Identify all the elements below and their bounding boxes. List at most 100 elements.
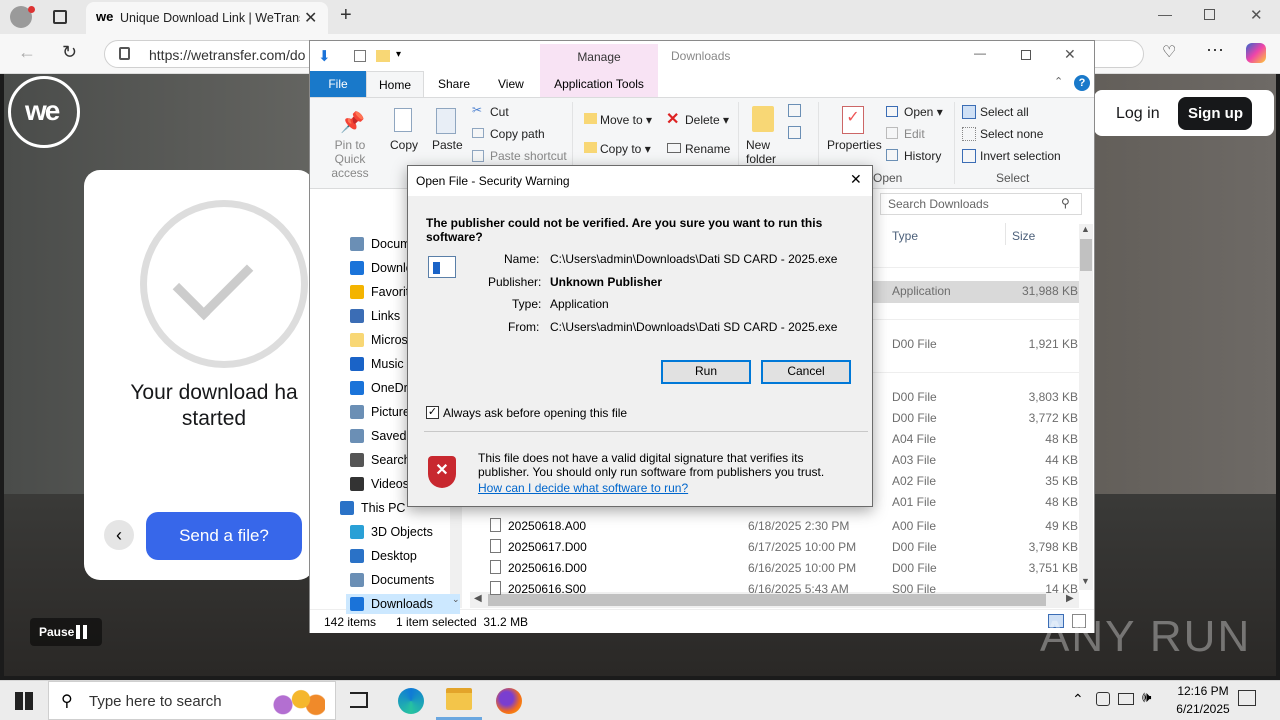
qat-dropdown-icon[interactable]: ▾ [396, 49, 401, 60]
new-folder-button[interactable]: New folder [746, 138, 776, 166]
new-tab-icon[interactable]: + [340, 4, 352, 27]
browser-tab[interactable]: we Unique Download Link | WeTransf ✕ [86, 2, 328, 34]
history-button[interactable]: History [904, 149, 941, 163]
delete-icon: ✕ [666, 111, 680, 128]
edge-taskbar-icon[interactable] [398, 688, 424, 714]
file-scrollbar[interactable]: ▲ ▼ [1079, 224, 1093, 590]
back-icon[interactable]: ← [18, 42, 36, 63]
copy-path-button[interactable]: Copy path [490, 127, 545, 141]
clock-time[interactable]: 12:16 PM [1172, 684, 1234, 698]
file-type-cell: A02 File [892, 474, 937, 488]
explorer-taskbar-icon[interactable] [446, 688, 472, 710]
file-row[interactable]: 20250616.D00 6/16/2025 10:00 PM D00 File 3,… [486, 558, 1079, 578]
invert-selection-button[interactable]: Invert selection [980, 149, 1061, 163]
dialog-titlebar: Open File - Security Warning ✕ [408, 166, 872, 196]
paste-shortcut-button[interactable]: Paste shortcut [490, 149, 567, 163]
tab-view[interactable]: View [498, 77, 524, 91]
run-button[interactable]: Run [661, 360, 751, 384]
cancel-button[interactable]: Cancel [761, 360, 851, 384]
open-button[interactable]: Open ▾ [904, 105, 943, 119]
signup-button[interactable]: Sign up [1178, 97, 1252, 130]
delete-button[interactable]: Delete ▾ [685, 113, 729, 127]
always-ask-checkbox[interactable]: ✓ [426, 406, 439, 419]
firefox-taskbar-icon[interactable] [496, 688, 522, 714]
tab-actions-icon[interactable] [53, 10, 67, 24]
nav-item-icon [350, 429, 364, 443]
explorer-close-icon[interactable]: ✕ [1064, 46, 1076, 63]
edit-button[interactable]: Edit [904, 127, 925, 141]
notification-icon[interactable] [1238, 690, 1256, 706]
copilot-icon[interactable] [1246, 43, 1266, 63]
close-icon[interactable]: ✕ [1250, 6, 1263, 24]
search-box[interactable]: Search Downloads ⚲ [880, 193, 1082, 215]
tray-device-icon[interactable] [1096, 692, 1110, 706]
nav-item[interactable]: 3D Objects [350, 522, 450, 542]
nav-item-label: This PC [361, 501, 406, 515]
help-icon[interactable]: ? [1074, 75, 1090, 91]
select-all-button[interactable]: Select all [980, 105, 1029, 119]
history-icon [886, 149, 898, 161]
login-link[interactable]: Log in [1116, 105, 1160, 123]
rename-button[interactable]: Rename [685, 142, 730, 156]
file-row[interactable]: 20250617.D00 6/17/2025 10:00 PM D00 File 3,… [486, 537, 1079, 557]
more-icon[interactable]: ⋯ [1206, 40, 1224, 61]
tab-file[interactable]: File [310, 71, 366, 97]
pause-button[interactable]: Pause [30, 618, 102, 646]
nav-item-icon [350, 381, 364, 395]
file-date: 6/16/2025 10:00 PM [748, 561, 857, 575]
copy-to-button[interactable]: Copy to ▾ [600, 142, 651, 156]
paste-button[interactable]: Paste [432, 138, 463, 152]
restore-icon[interactable] [1204, 9, 1215, 20]
properties-button[interactable]: Properties [827, 138, 882, 152]
file-row[interactable]: 20250616.S00 6/16/2025 5:43 AM S00 File 14 … [486, 579, 1079, 599]
new-item-icon[interactable] [788, 104, 801, 117]
wetransfer-logo[interactable]: we [8, 76, 80, 148]
copy-button[interactable]: Copy [390, 138, 418, 152]
column-header-type[interactable]: Type [892, 229, 918, 243]
properties-qat-icon[interactable] [354, 50, 366, 62]
anyrun-watermark: ANY RUN [1040, 612, 1252, 661]
taskbar-search[interactable]: ⚲ Type here to search [48, 681, 336, 720]
dialog-close-icon[interactable]: ✕ [850, 171, 862, 188]
file-type-cell: D00 File [892, 411, 937, 425]
file-type: S00 File [892, 582, 937, 596]
nav-expand-icon[interactable]: ⌄ [452, 594, 460, 605]
prev-button[interactable]: ‹ [104, 520, 134, 550]
start-icon[interactable] [15, 692, 33, 710]
tab-application-tools[interactable]: Application Tools [540, 71, 658, 97]
nav-item[interactable]: Downloads [346, 594, 460, 614]
nav-item-label: 3D Objects [371, 525, 433, 539]
explorer-minimize-icon[interactable]: — [974, 46, 986, 60]
collapse-ribbon-icon[interactable]: ⌃ [1054, 75, 1063, 88]
help-link[interactable]: How can I decide what software to run? [478, 481, 688, 495]
column-header-size[interactable]: Size [1012, 229, 1035, 243]
nav-item-icon [350, 357, 364, 371]
quick-access-down-icon[interactable]: ⬇ [318, 47, 331, 65]
file-row[interactable]: 20250618.A00 6/18/2025 2:30 PM A00 File 49 … [486, 516, 1079, 536]
tab-share[interactable]: Share [438, 77, 470, 91]
performance-icon[interactable]: ♡ [1162, 42, 1176, 62]
folder-qat-icon[interactable] [376, 50, 390, 62]
download-message: Your download ha started [130, 381, 298, 430]
send-file-button[interactable]: Send a file? [146, 512, 302, 560]
volume-icon[interactable]: 🕪 [1142, 689, 1151, 706]
tab-close-icon[interactable]: ✕ [304, 8, 317, 28]
always-ask-label[interactable]: Always ask before opening this file [443, 406, 627, 420]
reload-icon[interactable]: ↻ [62, 42, 77, 63]
tray-chevron-icon[interactable]: ⌃ [1072, 691, 1084, 708]
file-size-cell: 48 KB [1045, 495, 1078, 509]
network-icon[interactable] [1118, 693, 1134, 705]
move-to-button[interactable]: Move to ▾ [600, 113, 652, 127]
minimize-icon[interactable]: — [1158, 6, 1172, 22]
select-none-button[interactable]: Select none [980, 127, 1043, 141]
nav-item[interactable]: Documents [350, 570, 450, 590]
pin-quick-access-button[interactable]: Pin to Quick access [318, 138, 382, 180]
cut-button[interactable]: Cut [490, 105, 509, 119]
nav-item[interactable]: Desktop [350, 546, 450, 566]
nav-item-label: OneDri [371, 381, 411, 395]
clock-date[interactable]: 6/21/2025 [1168, 702, 1238, 716]
explorer-maximize-icon[interactable] [1021, 50, 1031, 60]
easy-access-icon[interactable] [788, 126, 801, 139]
task-view-icon[interactable] [350, 692, 368, 708]
tab-home[interactable]: Home [366, 71, 424, 98]
